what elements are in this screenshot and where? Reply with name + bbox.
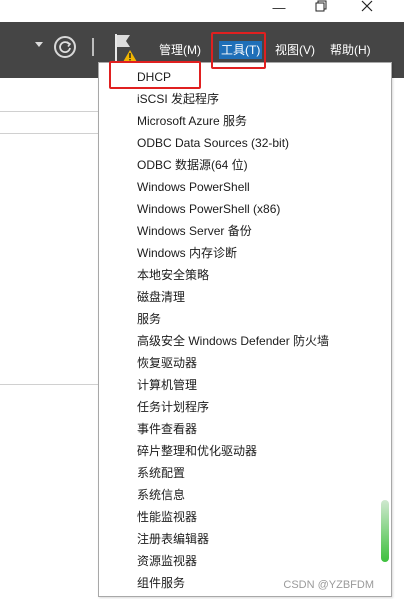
panel-divider [0, 133, 98, 134]
panel-divider [0, 111, 98, 112]
close-icon[interactable] [354, 0, 380, 18]
menu-item-powershell[interactable]: Windows PowerShell [137, 178, 250, 196]
dropdown-arrow-icon[interactable] [35, 42, 43, 47]
refresh-icon[interactable] [54, 36, 76, 58]
menu-item-recovery-drive[interactable]: 恢复驱动器 [137, 354, 197, 372]
menu-item-registry-editor[interactable]: 注册表编辑器 [137, 530, 209, 548]
highlight-tools-menu [211, 32, 266, 69]
menu-item-system-configuration[interactable]: 系统配置 [137, 464, 185, 482]
menu-item-odbc-64[interactable]: ODBC 数据源(64 位) [137, 156, 248, 174]
dropdown-scrollbar[interactable] [381, 500, 389, 562]
menu-item-iscsi[interactable]: iSCSI 发起程序 [137, 90, 219, 108]
menu-item-defender-firewall[interactable]: 高级安全 Windows Defender 防火墙 [137, 332, 329, 350]
menu-item-resource-monitor[interactable]: 资源监视器 [137, 552, 197, 570]
menu-help[interactable]: 帮助(H) [328, 41, 373, 59]
menu-item-system-information[interactable]: 系统信息 [137, 486, 185, 504]
menu-item-computer-management[interactable]: 计算机管理 [137, 376, 197, 394]
menu-item-event-viewer[interactable]: 事件查看器 [137, 420, 197, 438]
toolbar-separator [92, 38, 94, 56]
menu-item-services[interactable]: 服务 [137, 310, 161, 328]
menu-item-azure[interactable]: Microsoft Azure 服务 [137, 112, 247, 130]
minimize-icon[interactable]: — [266, 0, 292, 18]
tools-dropdown-menu: DHCP iSCSI 发起程序 Microsoft Azure 服务 ODBC … [98, 62, 392, 597]
watermark-text: CSDN @YZBFDM [283, 579, 374, 591]
left-content-panel [0, 78, 98, 599]
menu-item-memory-diagnostic[interactable]: Windows 内存诊断 [137, 244, 237, 262]
menu-item-server-backup[interactable]: Windows Server 备份 [137, 222, 252, 240]
menu-item-disk-cleanup[interactable]: 磁盘清理 [137, 288, 185, 306]
menu-view[interactable]: 视图(V) [273, 41, 317, 59]
flag-warning-icon[interactable] [112, 32, 140, 64]
menu-item-powershell-x86[interactable]: Windows PowerShell (x86) [137, 200, 280, 218]
window-titlebar: — [0, 0, 404, 22]
menu-item-local-security-policy[interactable]: 本地安全策略 [137, 266, 209, 284]
menu-manage[interactable]: 管理(M) [157, 41, 203, 59]
menu-item-task-scheduler[interactable]: 任务计划程序 [137, 398, 209, 416]
menu-item-odbc-32[interactable]: ODBC Data Sources (32-bit) [137, 134, 289, 152]
menu-item-defragment[interactable]: 碎片整理和优化驱动器 [137, 442, 257, 460]
menu-item-component-services[interactable]: 组件服务 [137, 574, 185, 592]
highlight-dhcp-item [109, 61, 201, 89]
menu-item-performance-monitor[interactable]: 性能监视器 [137, 508, 197, 526]
restore-icon[interactable] [308, 0, 334, 18]
panel-divider [0, 384, 98, 385]
